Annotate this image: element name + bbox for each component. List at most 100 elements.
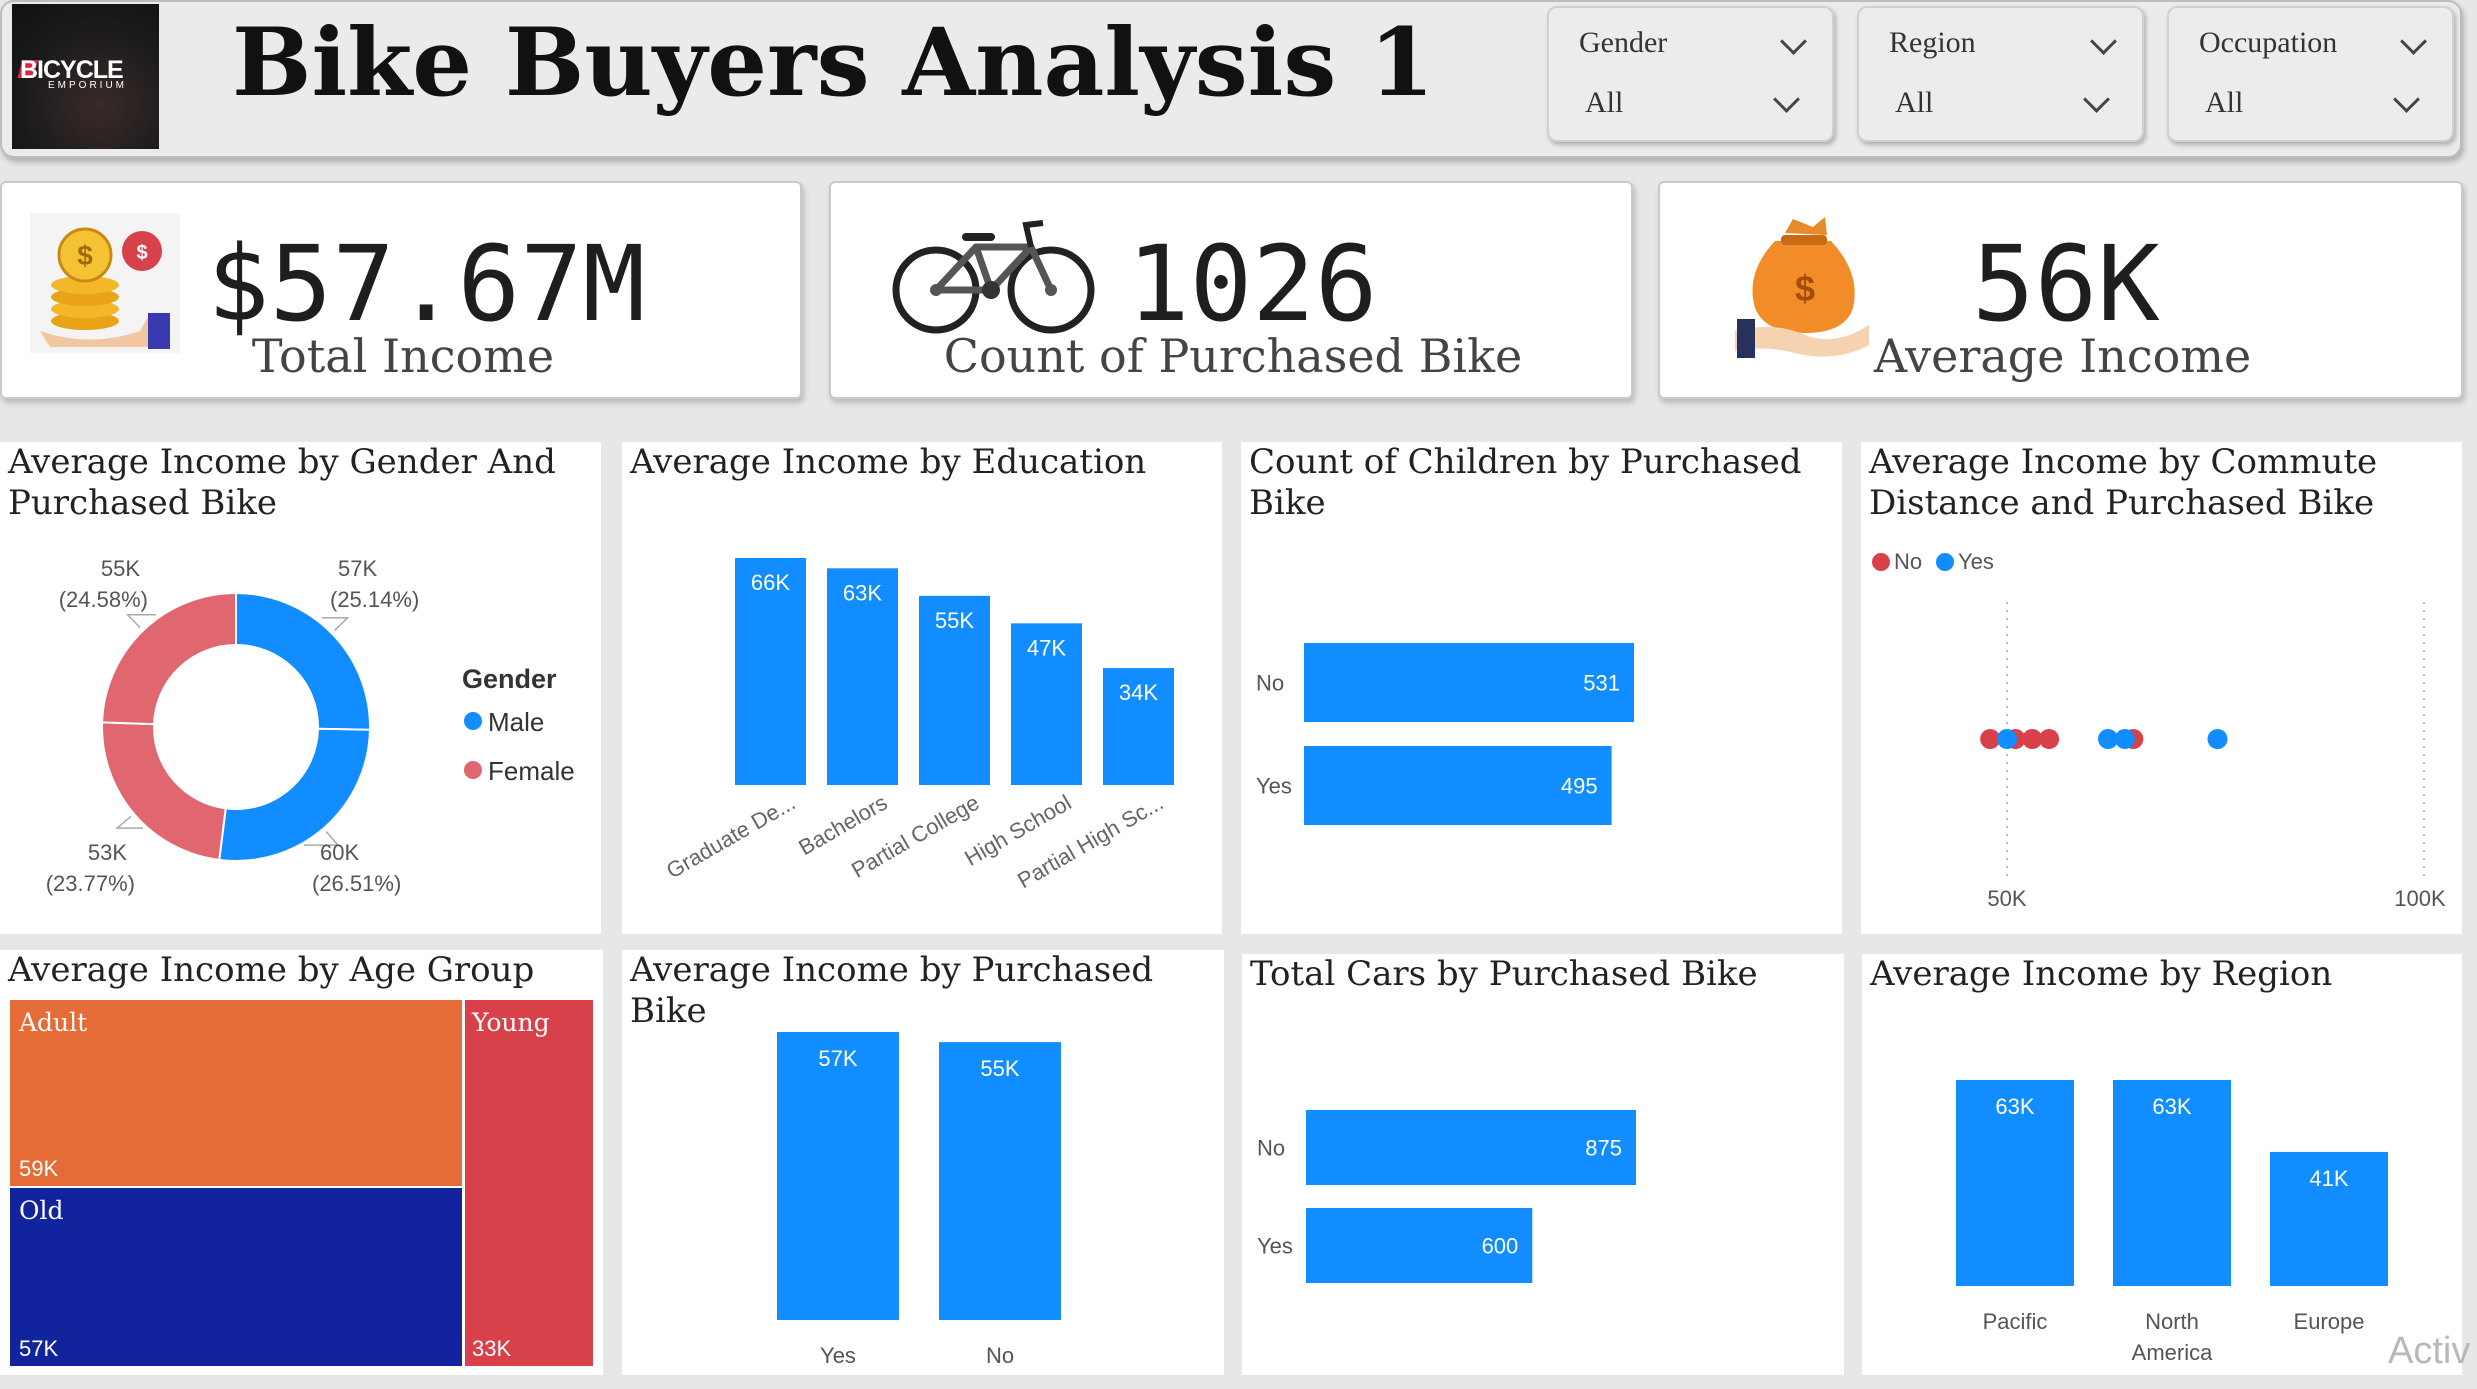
commute-scatter-panel: Average Income by Commute Distance and P… (1861, 442, 2462, 934)
purchased-bike-label: Count of Purchased Bike (943, 329, 1523, 383)
purchased-bar-panel: Average Income by Purchased Bike 57K Yes 5… (622, 950, 1224, 1375)
data-label-percent: (25.14%) (330, 587, 419, 612)
chevron-down-icon[interactable] (2393, 86, 2420, 113)
data-label: 57K (338, 556, 377, 581)
scatter-point[interactable] (1997, 729, 2017, 749)
chevron-down-icon[interactable] (2400, 28, 2427, 55)
legend-female-dot (464, 761, 482, 779)
data-label: 875 (1585, 1136, 1622, 1161)
cars-bar-panel: Total Cars by Purchased Bike 875 No 600 Yes (1242, 954, 1844, 1375)
x-tick-label: America (2132, 1340, 2213, 1365)
svg-text:$: $ (136, 242, 147, 264)
education-bar-chart[interactable]: 66KGraduate De...63KBachelors55KPartial … (622, 442, 1222, 934)
slicer-label: Gender (1579, 26, 1668, 59)
data-label: 63K (1995, 1094, 2034, 1119)
data-label: 60K (320, 840, 359, 865)
treemap-cell-adult[interactable]: Adult 59K (10, 1000, 462, 1186)
average-income-value: 56K (1972, 223, 2160, 345)
treemap-cell-old[interactable]: Old 57K (10, 1188, 462, 1366)
bar[interactable] (777, 1032, 899, 1320)
chevron-down-icon[interactable] (2083, 86, 2110, 113)
svg-text:$: $ (77, 240, 93, 271)
legend-female-label[interactable]: Female (488, 756, 575, 787)
data-label: 531 (1583, 671, 1620, 696)
chart-title: Average Income by Age Group (8, 950, 535, 990)
data-label: 55K (101, 556, 140, 581)
x-tick-label: Pacific (1983, 1309, 2048, 1334)
x-tick-label: Yes (820, 1343, 856, 1368)
x-tick-label: Europe (2294, 1309, 2365, 1334)
logo-subtext: EMPORIUM (48, 80, 127, 91)
treemap-value: 33K (472, 1336, 512, 1361)
donut-slice[interactable] (101, 591, 237, 726)
bicycle-icon (892, 220, 1095, 334)
data-label: 57K (818, 1046, 857, 1071)
data-label: 495 (1561, 774, 1598, 799)
occupation-slicer[interactable]: Occupation All (2167, 6, 2454, 142)
data-label: 34K (1119, 680, 1158, 705)
x-tick-label: 100K (2394, 886, 2446, 911)
education-bar-panel: Average Income by Education 66K Graduate … (622, 442, 1222, 934)
scatter-point[interactable] (2207, 729, 2228, 749)
treemap-label: Old (19, 1196, 64, 1225)
treemap-value: 57K (19, 1336, 59, 1361)
data-label: 600 (1482, 1234, 1519, 1259)
scatter-point[interactable] (2114, 729, 2135, 749)
data-label: 66K (751, 570, 790, 595)
x-tick-label: 50K (1987, 886, 2026, 911)
chevron-down-icon[interactable] (1773, 86, 1800, 113)
x-tick-label: Graduate De... (662, 790, 799, 884)
total-income-value: $57.67M (207, 223, 646, 345)
scatter-point[interactable] (2039, 729, 2060, 749)
purchased-bike-card: 1026 Count of Purchased Bike (829, 181, 1633, 399)
data-label: 63K (2152, 1094, 2191, 1119)
average-income-label: Average Income (1873, 329, 2252, 383)
y-tick-label: No (1257, 1136, 1285, 1161)
y-tick-label: Yes (1256, 774, 1292, 799)
x-tick-label: North (2145, 1309, 2199, 1334)
y-tick-label: No (1256, 671, 1284, 696)
region-bar-panel: Average Income by Region 63K Pacific 63K No… (1862, 954, 2462, 1375)
treemap-value: 59K (19, 1156, 59, 1181)
gender-donut-panel: Average Income by Gender And Purchased B… (0, 442, 601, 934)
data-label: 55K (980, 1056, 1019, 1081)
data-label: 47K (1027, 635, 1066, 660)
commute-scatter-chart[interactable]: 50K 100K (1861, 442, 2462, 934)
data-label-percent: (24.58%) (59, 587, 148, 612)
bar[interactable] (939, 1042, 1061, 1320)
slicer-value[interactable]: All (1585, 86, 1623, 120)
cars-bar-chart[interactable]: 875 No 600 Yes (1242, 954, 1844, 1375)
legend-male-dot (464, 712, 482, 730)
slicer-label: Occupation (2199, 26, 2338, 59)
slicer-label: Region (1889, 26, 1976, 59)
region-slicer[interactable]: Region All (1857, 6, 2144, 142)
chevron-down-icon[interactable] (2090, 28, 2117, 55)
children-bar-panel: Count of Children by Purchased Bike 531 N… (1241, 442, 1842, 934)
region-bar-chart[interactable]: 63K Pacific 63K North America 41K Europe (1862, 954, 2462, 1375)
treemap-cell-young[interactable]: Young 33K (465, 1000, 593, 1366)
svg-text:$: $ (1795, 268, 1815, 309)
children-bar-chart[interactable]: 531 No 495 Yes (1241, 442, 1842, 934)
purchased-bike-value: 1026 (1127, 223, 1378, 345)
treemap-label: Adult (19, 1008, 88, 1037)
data-label-percent: (26.51%) (312, 871, 401, 896)
page-title: Bike Buyers Analysis 1 (232, 8, 1435, 118)
legend-male-label[interactable]: Male (488, 707, 544, 738)
data-label-percent: (23.77%) (46, 871, 135, 896)
donut-slice[interactable] (235, 591, 371, 731)
activate-watermark: Activ (2388, 1330, 2471, 1372)
chevron-down-icon[interactable] (1780, 28, 1807, 55)
legend-title: Gender (462, 664, 557, 694)
gender-slicer[interactable]: Gender All (1547, 6, 1834, 142)
average-income-card: $ 56K Average Income (1658, 181, 2463, 399)
purchased-bar-chart[interactable]: 57K Yes 55K No (622, 950, 1224, 1375)
treemap-label: Young (472, 1008, 550, 1037)
bicycle-emporium-logo: BICYCLE EMPORIUM (12, 4, 159, 149)
data-label: 53K (88, 840, 127, 865)
total-income-card: $ $ $57.67M Total Income (0, 181, 802, 399)
slicer-value[interactable]: All (2205, 86, 2243, 120)
slicer-value[interactable]: All (1895, 86, 1933, 120)
y-tick-label: Yes (1257, 1234, 1293, 1259)
data-label: 41K (2309, 1166, 2348, 1191)
data-label: 55K (935, 608, 974, 633)
